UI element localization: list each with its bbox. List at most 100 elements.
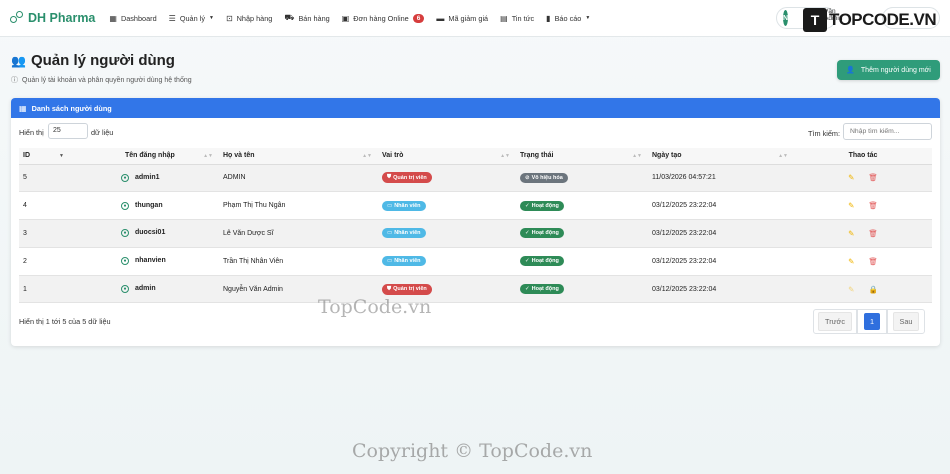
- col-id[interactable]: ID ▼: [19, 148, 70, 165]
- dashboard-icon: ▦: [109, 13, 117, 23]
- nav-coupons[interactable]: ▬ Mã giảm giá: [436, 14, 488, 23]
- nav-label: Tin tức: [511, 13, 535, 23]
- cell-status: ✓ Hoạt động: [516, 219, 648, 248]
- cell-status: ✓ Hoạt động: [516, 191, 648, 221]
- role-text: Quản trị viên: [393, 174, 427, 181]
- cell-role: ▭ Nhân viên: [378, 247, 516, 276]
- page-length-select[interactable]: 25: [48, 123, 88, 139]
- edit-icon[interactable]: ✎: [848, 173, 854, 182]
- id-card-icon: ▭: [387, 230, 393, 237]
- username-text: duocsi01: [135, 229, 166, 237]
- nav-import[interactable]: ⊡ Nhập hàng: [226, 14, 272, 23]
- nav-manage[interactable]: ☰ Quản lý ▼: [169, 14, 214, 23]
- role-text: Quản trị viên: [393, 286, 427, 293]
- nav-news[interactable]: ▤ Tin tức: [500, 14, 534, 23]
- col-status[interactable]: Trạng thái ▲▼: [516, 148, 648, 165]
- page-title: 👥 Quản lý người dùng: [11, 52, 192, 69]
- next-page-button[interactable]: Sau: [887, 309, 925, 334]
- role-badge: ⛊ Quản trị viên: [382, 283, 432, 295]
- order-count-badge: 6: [412, 13, 425, 23]
- col-username[interactable]: Tên đăng nhập ▲▼: [70, 148, 219, 165]
- page-length-suffix: dữ liệu: [91, 128, 114, 137]
- col-created[interactable]: Ngày tạo ▲▼: [648, 148, 794, 165]
- edit-icon[interactable]: ✎: [848, 229, 854, 238]
- nav-online-orders[interactable]: ▣ Đơn hàng Online 6: [342, 13, 425, 23]
- sort-icon: ▲▼: [632, 153, 642, 159]
- shield-icon: ⛊: [387, 285, 392, 292]
- table-icon: ▦: [19, 103, 27, 113]
- page-1-button[interactable]: 1: [857, 309, 887, 334]
- status-text: Hoạt động: [531, 202, 559, 209]
- nav-reports[interactable]: ▮ Báo cáo ▼: [546, 14, 590, 23]
- next-label: Sau: [892, 312, 920, 331]
- status-text: Vô hiệu hóa: [531, 174, 563, 181]
- col-label: Ngày tạo: [652, 152, 682, 160]
- trash-icon[interactable]: 🗑: [868, 257, 878, 266]
- cell-created: 03/12/2025 23:22:04: [648, 191, 794, 221]
- brand-name: DH Pharma: [28, 11, 96, 25]
- edit-icon[interactable]: ✎: [848, 201, 854, 210]
- cell-id: 1: [19, 275, 70, 304]
- cell-username: ● admin1: [70, 164, 219, 193]
- sort-desc-icon: ▼: [59, 153, 64, 159]
- nav-sales[interactable]: ⛟ Bán hàng: [284, 13, 329, 23]
- cell-fullname: Trần Thị Nhân Viên: [219, 247, 378, 276]
- cell-fullname: Phạm Thị Thu Ngân: [219, 191, 378, 221]
- pagination: Trước 1 Sau: [813, 309, 925, 334]
- cell-username: ● nhanvien: [70, 247, 219, 276]
- status-badge: ✓ Hoạt động: [520, 228, 564, 239]
- role-text: Nhân viên: [394, 202, 421, 209]
- table-controls: Hiển thị 25 dữ liệu Tìm kiếm:: [11, 118, 940, 146]
- sort-icon: ▲▼: [203, 153, 213, 159]
- user-circle-icon: ●: [121, 257, 129, 266]
- search-label: Tìm kiếm:: [808, 129, 841, 138]
- user-circle-icon: ●: [121, 285, 129, 294]
- table-row: 2 ● nhanvien Trần Thị Nhân Viên ▭ Nhân viê…: [19, 247, 932, 276]
- prev-label: Trước: [818, 312, 852, 331]
- edit-icon[interactable]: ✎: [848, 285, 854, 294]
- status-badge: ⊘ Vô hiệu hóa: [520, 172, 568, 183]
- chart-icon: ▮: [546, 13, 551, 23]
- nav-label: Mã giảm giá: [448, 13, 489, 23]
- trash-icon[interactable]: 🗑: [868, 229, 878, 238]
- col-label: ID: [23, 152, 30, 160]
- nav-label: Đơn hàng Online: [353, 13, 409, 23]
- import-icon: ⊡: [225, 13, 233, 23]
- card-title: Danh sách người dùng: [31, 103, 112, 113]
- status-text: Hoạt động: [531, 258, 559, 265]
- search-input[interactable]: [843, 123, 932, 140]
- page-title-text: Quản lý người dùng: [30, 52, 175, 69]
- check-circle-icon: ✓: [525, 258, 530, 265]
- nav-label: Nhập hàng: [236, 13, 273, 23]
- sort-icon: ▲▼: [778, 153, 788, 159]
- page-number: 1: [864, 313, 880, 330]
- shield-icon: ⛊: [387, 174, 392, 181]
- nav-label: Quản lý: [179, 13, 205, 23]
- watermark-copyright: Copyright © TopCode.vn: [352, 440, 593, 462]
- card-header: ▦ Danh sách người dùng: [11, 98, 940, 118]
- add-user-button[interactable]: 👤 Thêm người dùng mới: [837, 60, 940, 80]
- brand[interactable]: DH Pharma: [10, 11, 95, 25]
- col-label: Trạng thái: [520, 152, 554, 160]
- check-circle-icon: ✓: [525, 202, 530, 209]
- cell-role: ⛊ Quản trị viên: [378, 164, 516, 193]
- ban-icon: ⊘: [525, 174, 530, 181]
- cell-actions: ✎ 🗑: [794, 219, 932, 248]
- trash-icon[interactable]: 🗑: [868, 173, 878, 182]
- cell-actions: ✎ 🗑: [794, 247, 932, 276]
- col-role[interactable]: Vai trò ▲▼: [378, 148, 516, 165]
- nav-dashboard[interactable]: ▦ Dashboard: [109, 14, 156, 23]
- role-badge: ⛊ Quản trị viên: [382, 172, 432, 184]
- edit-icon[interactable]: ✎: [848, 257, 854, 266]
- col-fullname[interactable]: Họ và tên ▲▼: [219, 148, 378, 165]
- status-badge: ✓ Hoạt động: [520, 200, 564, 211]
- cell-created: 11/03/2026 04:57:21: [648, 164, 794, 193]
- role-badge: ▭ Nhân viên: [382, 256, 426, 267]
- role-badge: ▭ Nhân viên: [382, 200, 426, 211]
- cell-id: 2: [19, 247, 70, 276]
- prev-page-button[interactable]: Trước: [813, 309, 857, 334]
- cell-created: 03/12/2025 23:22:04: [648, 219, 794, 248]
- col-actions: Thao tác: [794, 148, 932, 165]
- trash-icon[interactable]: 🗑: [868, 201, 878, 210]
- username-text: admin1: [135, 173, 160, 181]
